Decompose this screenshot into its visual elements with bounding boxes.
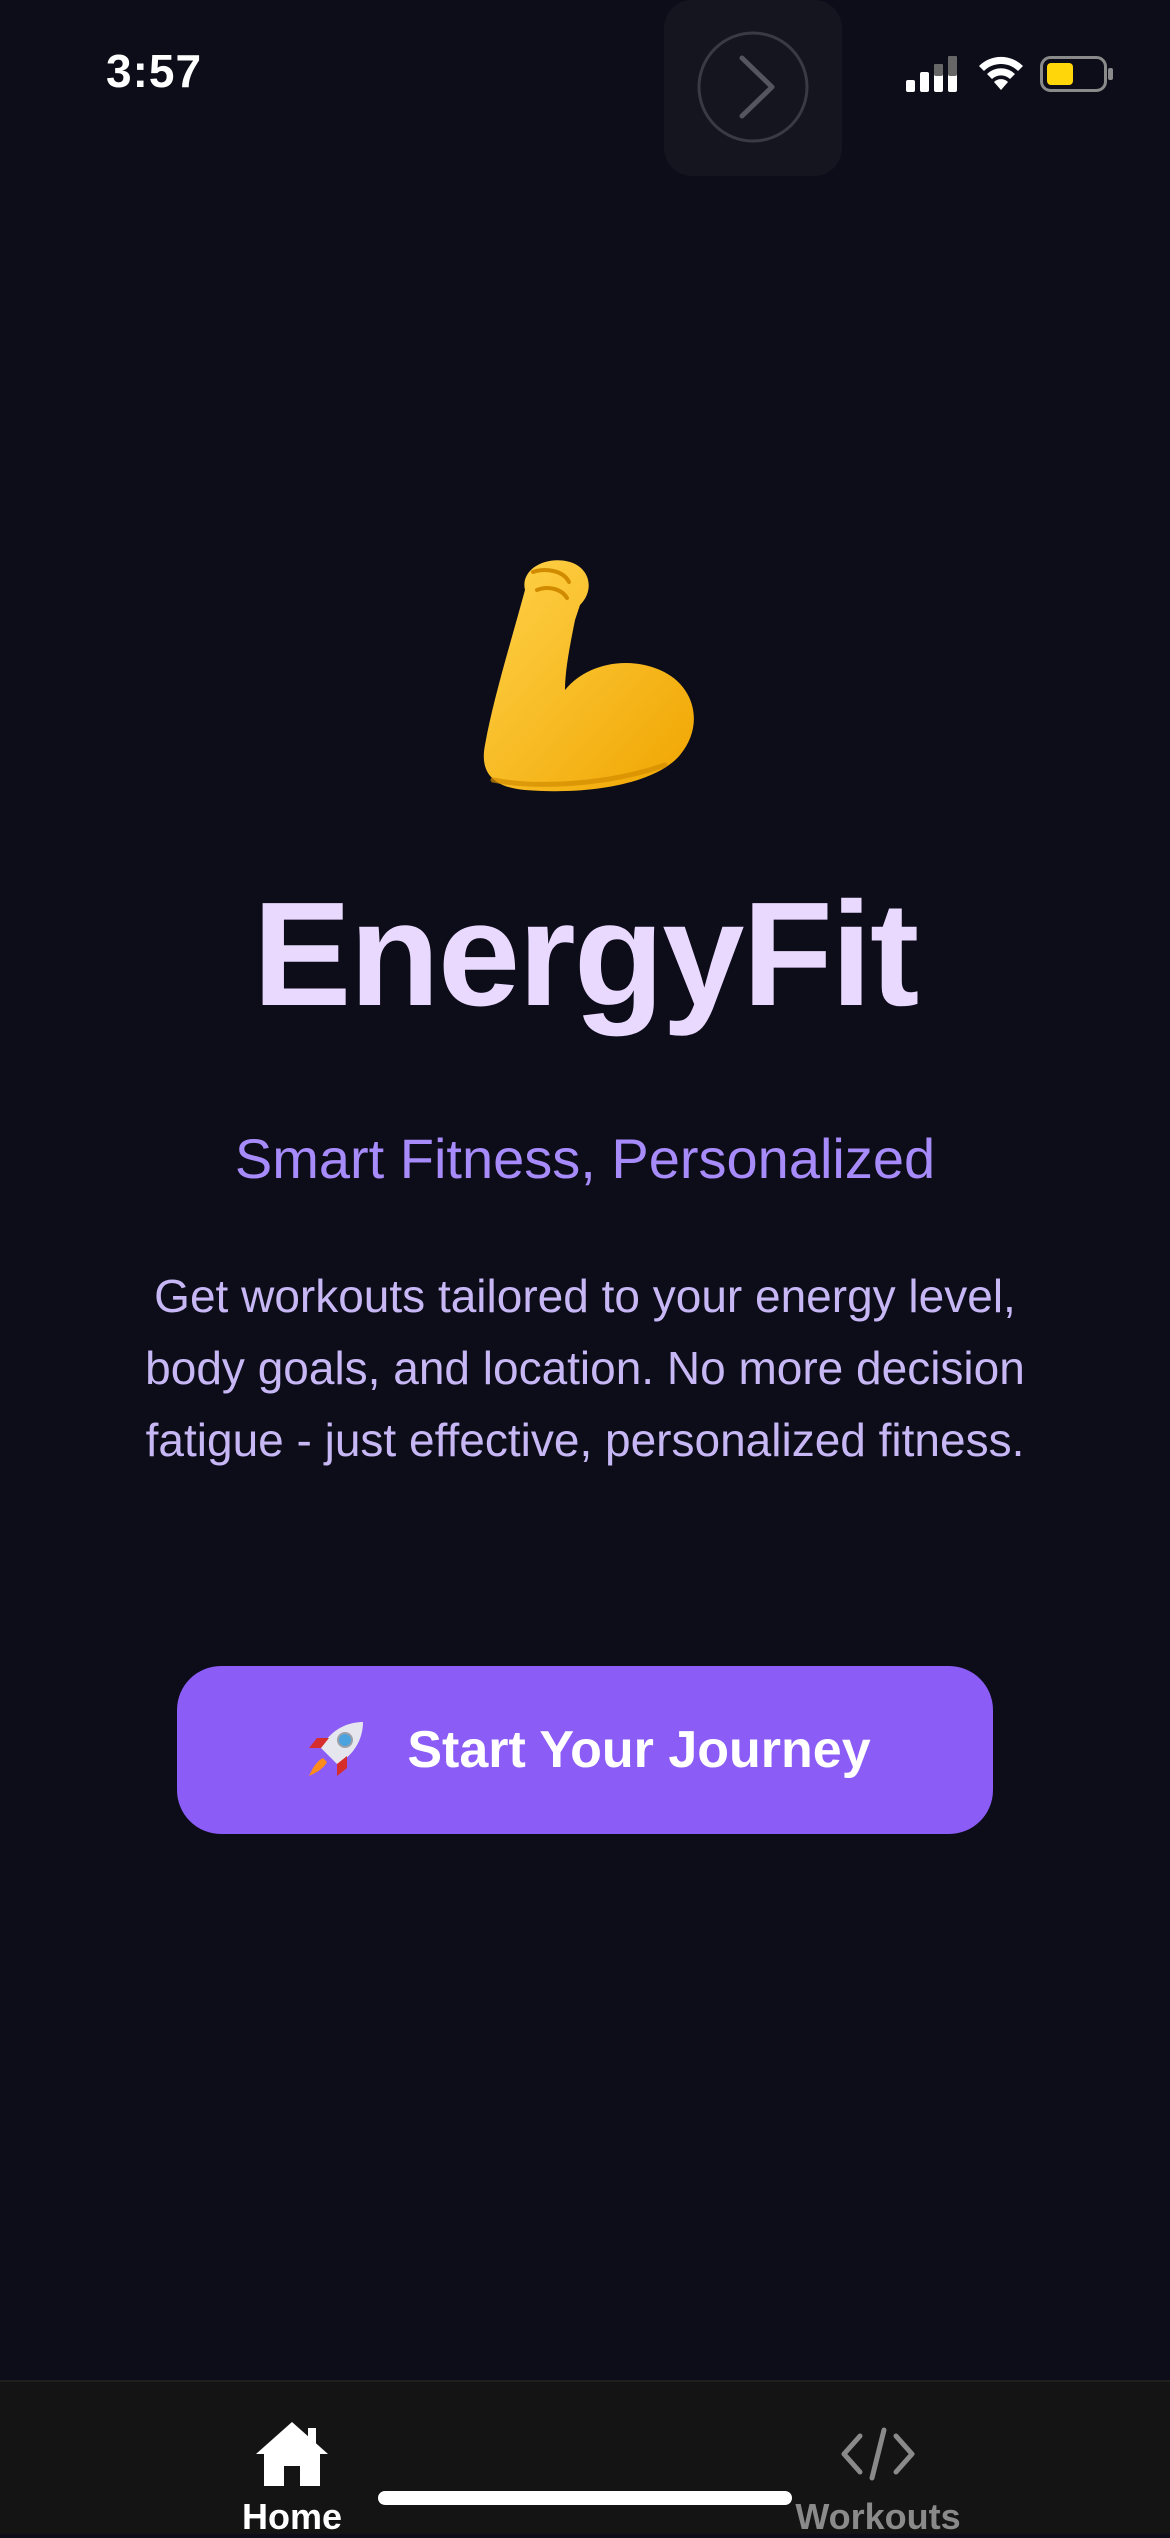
home-indicator[interactable]: [378, 2491, 792, 2505]
start-journey-button[interactable]: Start Your Journey: [177, 1666, 993, 1834]
chevron-right-icon: [697, 31, 809, 143]
wifi-icon: [979, 56, 1023, 90]
battery-icon: [1040, 56, 1113, 92]
tagline: Smart Fitness, Personalized: [234, 1127, 936, 1190]
tab-workouts[interactable]: Workouts: [728, 2382, 1028, 2537]
home-icon: [256, 2422, 328, 2486]
start-journey-label: Start Your Journey: [407, 1721, 871, 1779]
app-title: EnergyFit: [252, 872, 920, 1037]
tab-bar: Home Workouts: [0, 2380, 1170, 2537]
tab-home[interactable]: Home: [142, 2382, 442, 2537]
hero-emoji: [0, 550, 1170, 871]
rocket-icon: [309, 1722, 364, 1776]
code-icon: [841, 2427, 915, 2481]
status-bar: 3:57: [0, 0, 1170, 150]
flexed-biceps-icon: [483, 560, 694, 792]
forward-overlay-button[interactable]: [664, 0, 842, 176]
signal-icon: [906, 56, 957, 92]
description: Get workouts tailored to your energy lev…: [145, 1270, 1025, 1466]
status-time: 3:57: [106, 45, 203, 97]
